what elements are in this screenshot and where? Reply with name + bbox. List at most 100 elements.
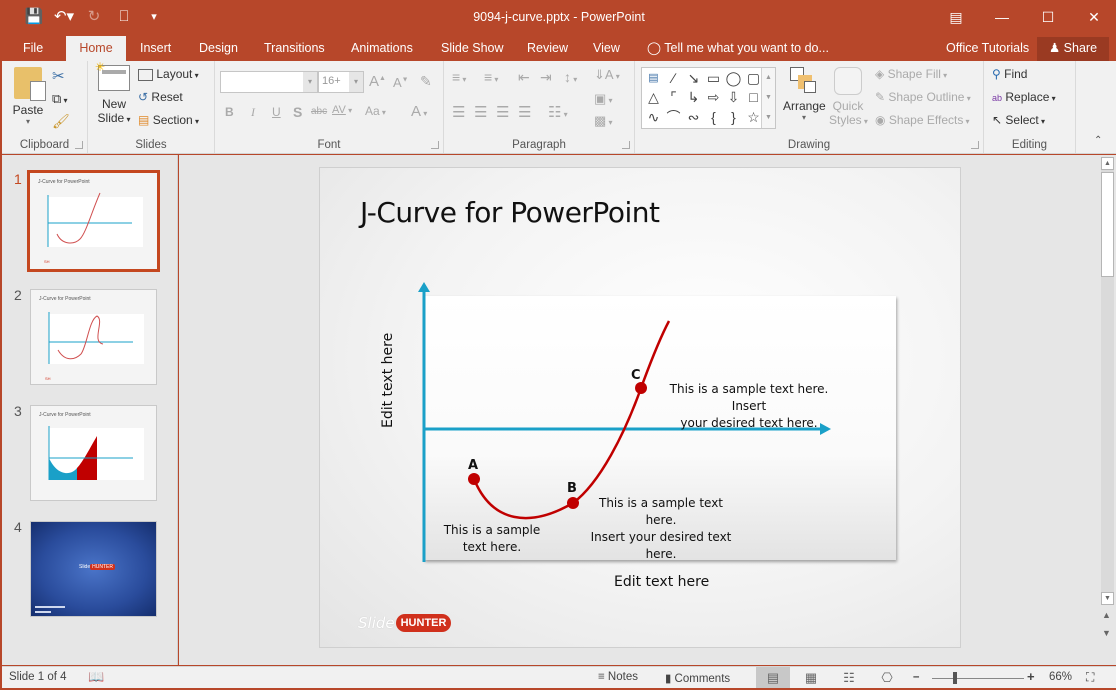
font-size-combo[interactable]: 16+ ▾: [318, 71, 364, 93]
freeform-shape-icon[interactable]: ∿: [644, 108, 663, 127]
collapse-ribbon-icon[interactable]: ⌃: [1094, 135, 1102, 146]
rectangle-shape-icon[interactable]: ▭: [704, 69, 723, 88]
clear-formatting-icon[interactable]: ✎: [420, 73, 432, 90]
tab-view[interactable]: View: [593, 36, 620, 61]
slide-thumbnail-1[interactable]: J-Curve for PowerPoint SH: [27, 170, 160, 272]
elbow-arrow-icon[interactable]: ↳: [684, 88, 703, 107]
point-c-text[interactable]: This is a sample text here. Insert your d…: [652, 381, 846, 432]
share-button[interactable]: ♟ Share: [1037, 37, 1109, 61]
comments-button[interactable]: ▮ Comments: [665, 671, 730, 685]
zoom-slider-track[interactable]: [932, 678, 1024, 679]
paragraph-launcher-icon[interactable]: [622, 141, 630, 149]
cut-icon[interactable]: ✂: [52, 67, 65, 85]
textbox-shape-icon[interactable]: ▤: [644, 69, 663, 88]
zoom-slider-thumb[interactable]: [953, 672, 957, 684]
align-center-button[interactable]: ☰: [474, 103, 487, 121]
shapes-gallery[interactable]: ▤ ∕ ↘ ▭ ◯ ▢ △ ⌜ ↳ ⇨ ⇩ □ ∿ ⌒ ∾ { } ☆ ▲ ▼ ▼: [641, 67, 776, 129]
font-name-combo[interactable]: ▾: [220, 71, 318, 93]
reset-button[interactable]: ↺ Reset: [138, 90, 183, 104]
minimize-icon[interactable]: —: [979, 0, 1025, 34]
shrink-font-button[interactable]: A▼: [393, 75, 409, 90]
next-slide-icon[interactable]: ▼: [1102, 628, 1111, 638]
triangle-shape-icon[interactable]: △: [644, 88, 663, 107]
select-button[interactable]: ↖ Select ▾: [992, 113, 1045, 127]
point-b-text[interactable]: This is a sample text here. Insert your d…: [582, 495, 740, 563]
right-arrow-shape-icon[interactable]: ⇨: [704, 88, 723, 107]
arc-shape-icon[interactable]: ⌒: [664, 108, 683, 127]
oval-shape-icon[interactable]: ◯: [724, 69, 743, 88]
shape-outline-button[interactable]: ✎ Shape Outline ▾: [875, 90, 971, 104]
tab-review[interactable]: Review: [527, 36, 568, 61]
bold-button[interactable]: B: [225, 105, 234, 119]
shape-effects-button[interactable]: ◉ Shape Effects ▾: [875, 113, 970, 127]
decrease-indent-button[interactable]: ⇤: [518, 69, 530, 86]
fit-to-window-icon[interactable]: ⛶: [1086, 670, 1094, 685]
underline-button[interactable]: U: [272, 105, 281, 119]
point-c-label[interactable]: C: [631, 368, 641, 383]
increase-indent-button[interactable]: ⇥: [540, 69, 552, 86]
smartart-button[interactable]: ▩ ▾: [594, 113, 613, 129]
arrange-button[interactable]: Arrange ▾: [783, 67, 826, 122]
font-color-button[interactable]: A ▾: [411, 103, 427, 120]
find-button[interactable]: ⚲ Find: [992, 67, 1027, 81]
maximize-icon[interactable]: ☐: [1025, 0, 1071, 34]
bullets-button[interactable]: ≡ ▾: [452, 69, 466, 85]
scroll-thumb[interactable]: [1101, 172, 1114, 277]
tab-insert[interactable]: Insert: [140, 36, 171, 61]
tab-slide-show[interactable]: Slide Show: [441, 36, 504, 61]
spell-check-icon[interactable]: 📖: [88, 669, 104, 685]
x-axis-label[interactable]: Edit text here: [614, 574, 709, 590]
tab-transitions[interactable]: Transitions: [264, 36, 325, 61]
change-case-button[interactable]: Aa ▾: [365, 104, 386, 118]
shadow-button[interactable]: S: [293, 104, 302, 120]
down-arrow-shape-icon[interactable]: ⇩: [724, 88, 743, 107]
new-slide-button[interactable]: ✳ New Slide ▾: [95, 60, 132, 125]
italic-button[interactable]: I: [251, 105, 255, 120]
replace-button[interactable]: ab Replace ▾: [992, 90, 1056, 104]
shapes-gallery-scroll[interactable]: ▲ ▼ ▼: [761, 68, 775, 128]
curve-shape-icon[interactable]: ∾: [684, 108, 703, 127]
tab-home[interactable]: Home: [66, 36, 126, 61]
drawing-launcher-icon[interactable]: [971, 141, 979, 149]
point-a-text[interactable]: This is a sample text here.: [432, 522, 552, 556]
font-name-dropdown-icon[interactable]: ▾: [303, 72, 317, 92]
align-right-button[interactable]: ☰: [496, 103, 509, 121]
zoom-out-button[interactable]: –: [913, 671, 919, 683]
align-left-button[interactable]: ☰: [452, 103, 465, 121]
elbow-connector-icon[interactable]: ⌜: [664, 88, 683, 107]
line-shape-icon[interactable]: ∕: [664, 69, 683, 88]
tab-design[interactable]: Design: [199, 36, 238, 61]
scroll-down-button[interactable]: ▼: [1101, 592, 1114, 605]
format-painter-icon[interactable]: 🖌: [52, 113, 70, 130]
text-direction-button[interactable]: ⇓A ▾: [594, 67, 620, 83]
quick-styles-button[interactable]: Quick Styles ▾: [829, 67, 868, 127]
point-a-label[interactable]: A: [468, 458, 478, 473]
slide-thumbnail-4[interactable]: Slide HUNTER: [30, 521, 157, 617]
notes-button[interactable]: ≡ Notes: [598, 671, 638, 683]
right-brace-shape-icon[interactable]: }: [724, 108, 743, 127]
y-axis-label[interactable]: Edit text here: [380, 333, 396, 428]
slideshow-button[interactable]: ⎔: [870, 667, 904, 689]
numbering-button[interactable]: ≡ ▾: [484, 69, 498, 85]
normal-view-button[interactable]: ▤: [756, 667, 790, 689]
current-slide[interactable]: J-Curve for PowerPoint Edit text here Ed…: [319, 167, 961, 648]
columns-button[interactable]: ☷ ▾: [548, 103, 568, 121]
arrow-line-shape-icon[interactable]: ↘: [684, 69, 703, 88]
close-icon[interactable]: ✕: [1071, 0, 1116, 34]
font-launcher-icon[interactable]: [431, 141, 439, 149]
left-brace-shape-icon[interactable]: {: [704, 108, 723, 127]
slide-thumbnail-3[interactable]: J-Curve for PowerPoint: [30, 405, 157, 501]
strikethrough-button[interactable]: abc: [311, 106, 327, 117]
clipboard-launcher-icon[interactable]: [75, 141, 83, 149]
paste-button[interactable]: Paste ▾: [12, 67, 46, 126]
point-b-label[interactable]: B: [567, 481, 577, 496]
tab-file[interactable]: File: [23, 36, 43, 61]
layout-button[interactable]: Layout ▾: [138, 67, 199, 81]
font-size-dropdown-icon[interactable]: ▾: [349, 72, 363, 92]
ribbon-display-icon[interactable]: ▤: [933, 0, 979, 34]
tell-me-box[interactable]: ◯ Tell me what you want to do...: [647, 36, 829, 61]
slide-sorter-button[interactable]: ▦: [794, 667, 828, 689]
copy-icon[interactable]: ⧉ ▾: [52, 91, 68, 107]
slide-thumbnail-2[interactable]: J-Curve for PowerPoint SH: [30, 289, 157, 385]
justify-button[interactable]: ☰: [518, 103, 531, 121]
